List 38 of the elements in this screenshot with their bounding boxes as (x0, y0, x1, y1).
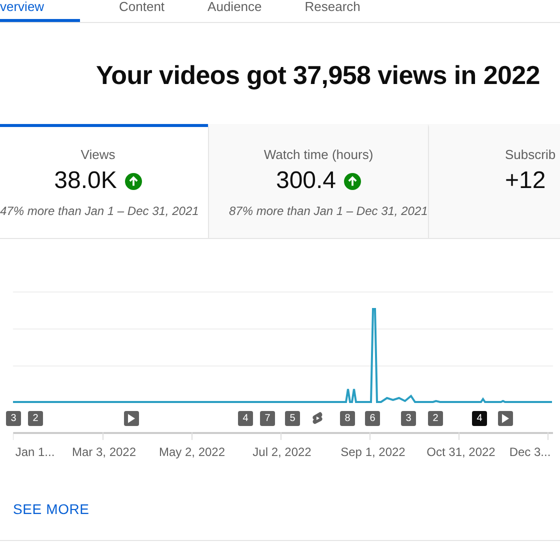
headline: Your videos got 37,958 views in 2022 (95, 60, 541, 91)
metric-label: Views (80, 147, 116, 162)
axis-label: Mar 3, 2022 (72, 445, 136, 459)
see-more-link[interactable]: SEE MORE (13, 501, 90, 517)
video-count-marker[interactable]: 4 (238, 411, 253, 426)
video-count-marker[interactable]: 6 (365, 411, 380, 426)
video-count-marker[interactable]: 7 (260, 411, 275, 426)
metric-card[interactable]: Subscrib +12 (428, 124, 560, 238)
video-marker[interactable] (124, 411, 139, 426)
tab[interactable]: Audience (168, 0, 266, 22)
axis-label: Sep 1, 2022 (340, 445, 406, 459)
video-count-marker[interactable]: 3 (6, 411, 21, 426)
video-count-marker[interactable]: 2 (28, 411, 43, 426)
tab[interactable]: verview (0, 0, 80, 22)
metric-label: Watch time (hours) (264, 147, 374, 162)
metric-card[interactable]: Watch time (hours) 300.4 87% more than Jan 1 – Dec 31, 2021 (208, 124, 428, 238)
video-count-marker[interactable]: 3 (401, 411, 416, 426)
tab[interactable]: Content (80, 0, 169, 22)
tab[interactable]: Research (266, 0, 364, 22)
comparison-text: 47% more than Jan 1 – Dec 31, 2021 (0, 204, 199, 218)
axis-label: Jan 1... (15, 445, 55, 459)
video-count-marker[interactable]: 5 (285, 411, 300, 426)
video-count-marker[interactable]: 2 (428, 411, 443, 426)
video-marker[interactable] (498, 411, 513, 426)
axis-label: May 2, 2022 (158, 445, 226, 459)
metric-value: 38.0K (54, 167, 117, 195)
axis-label: Oct 31, 2022 (426, 445, 496, 459)
shorts-marker[interactable] (310, 411, 325, 426)
axis-label: Jul 2, 2022 (252, 445, 312, 459)
axis-label: Dec 3... (509, 445, 551, 459)
comparison-text: 87% more than Jan 1 – Dec 31, 2021 (229, 204, 428, 218)
play-icon (128, 414, 135, 423)
metric-value: +12 (505, 167, 546, 195)
video-count-marker[interactable]: 4 (472, 411, 487, 426)
metric-label: Subscrib (505, 147, 556, 162)
play-icon (502, 414, 509, 423)
video-count-marker[interactable]: 8 (340, 411, 355, 426)
metric-value: 300.4 (276, 167, 336, 195)
